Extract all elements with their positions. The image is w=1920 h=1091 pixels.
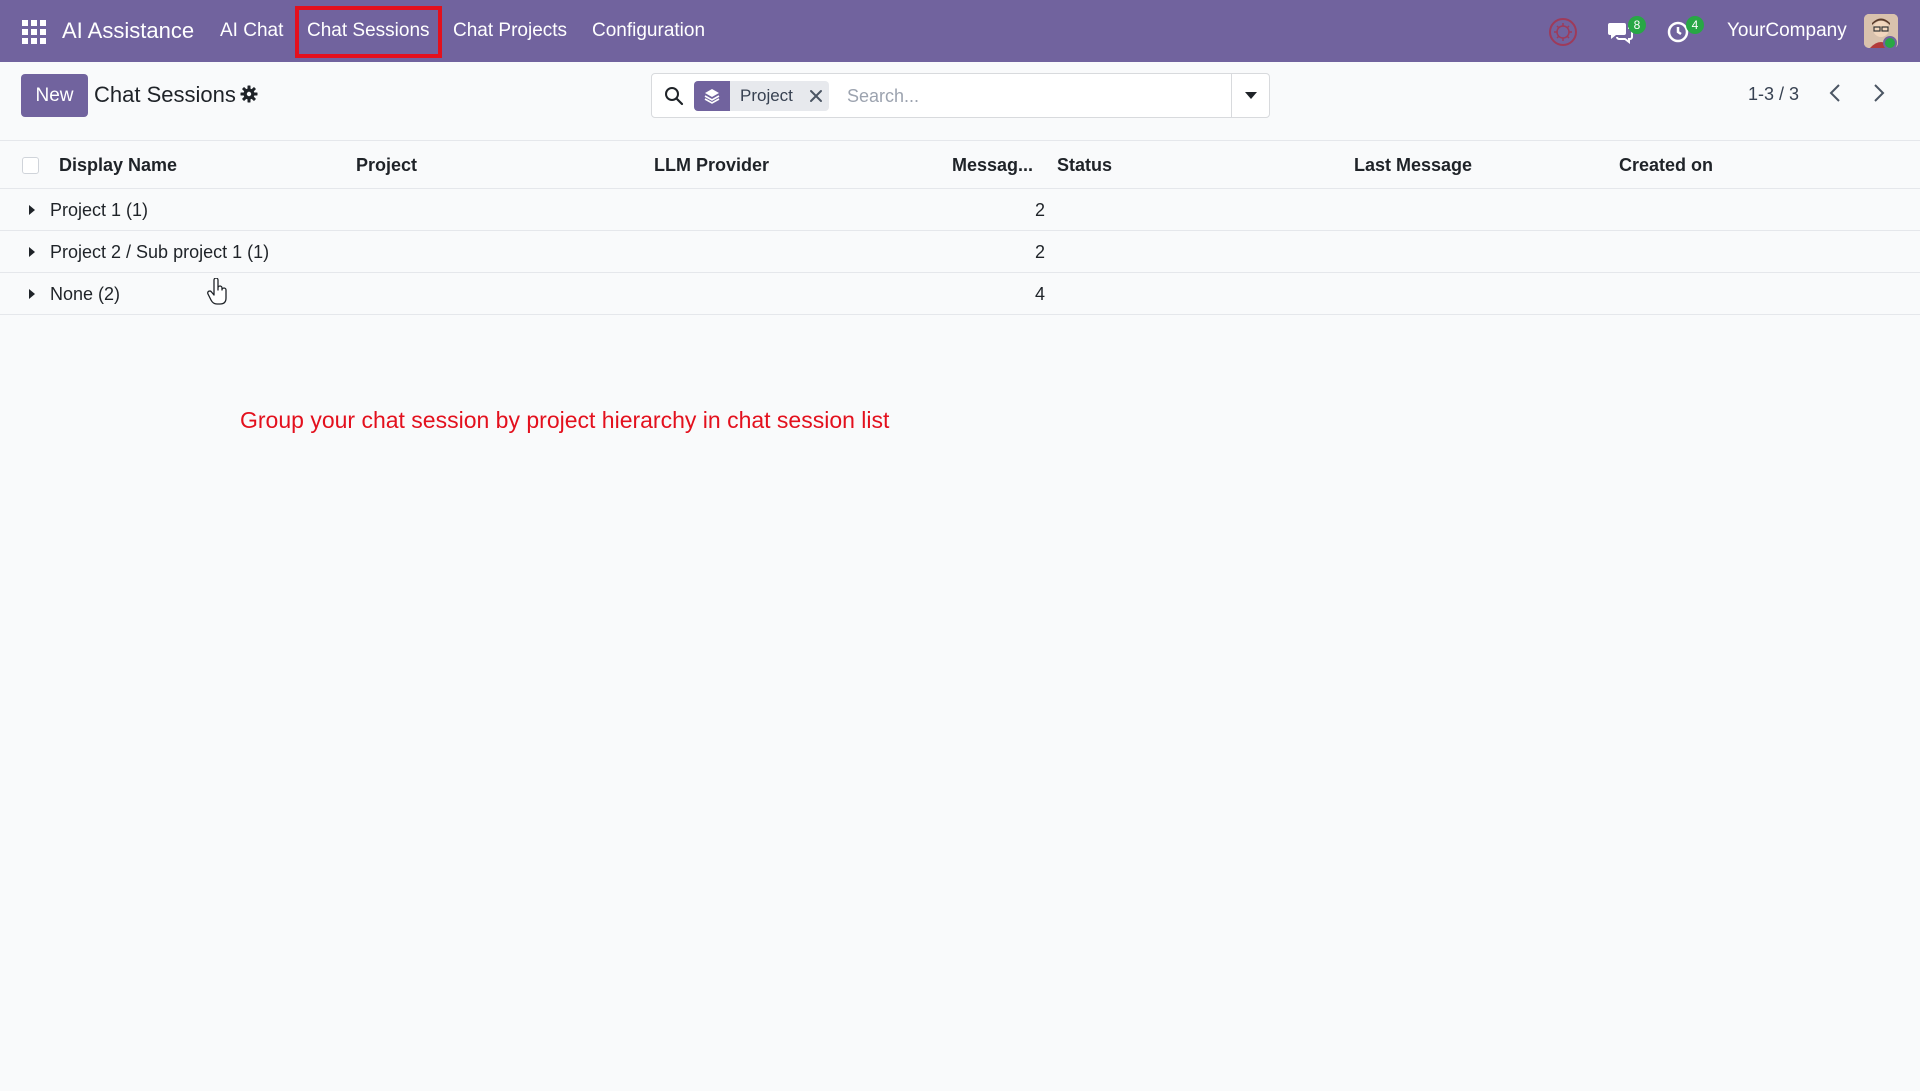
column-project[interactable]: Project	[356, 155, 417, 176]
group-messages-count: 2	[1034, 242, 1045, 262]
list-header: Display Name Project LLM Provider Messag…	[0, 140, 1920, 189]
online-status-dot	[1883, 36, 1897, 50]
annotation-text: Group your chat session by project hiera…	[240, 407, 890, 433]
caret-right-icon	[29, 205, 35, 215]
column-last-message[interactable]: Last Message	[1354, 155, 1472, 176]
menu-chat-sessions[interactable]: Chat Sessions	[307, 20, 430, 42]
hand-pointer-cursor-icon	[207, 278, 227, 305]
search-facet-groupby: Project	[694, 81, 829, 111]
menu-ai-chat[interactable]: AI Chat	[220, 20, 283, 42]
caret-right-icon	[29, 289, 35, 299]
group-messages-count: 2	[1034, 200, 1045, 220]
group-messages-count: 4	[1034, 284, 1045, 304]
column-status[interactable]: Status	[1057, 155, 1112, 176]
search-icon[interactable]	[664, 86, 684, 106]
app-name[interactable]: AI Assistance	[62, 18, 194, 44]
group-row-project-1[interactable]: Project 1 (1) 2	[0, 189, 1920, 231]
gear-icon[interactable]	[240, 85, 258, 103]
group-name: None (2)	[50, 284, 121, 304]
facet-label: Project	[740, 86, 793, 105]
layers-icon	[694, 81, 730, 111]
column-messages[interactable]: Messag...	[952, 155, 1033, 176]
debug-icon[interactable]	[1548, 17, 1578, 47]
group-row-none[interactable]: None (2) 4	[0, 273, 1920, 315]
search-bar: Project	[651, 73, 1270, 118]
page-title: Chat Sessions	[94, 82, 236, 107]
select-all-checkbox[interactable]	[22, 157, 39, 174]
pager-next-icon[interactable]	[1867, 82, 1889, 104]
company-switcher[interactable]: YourCompany	[1727, 20, 1847, 42]
column-display-name[interactable]: Display Name	[59, 155, 177, 176]
column-llm-provider[interactable]: LLM Provider	[654, 155, 769, 176]
apps-grid-icon[interactable]	[22, 20, 46, 44]
search-input[interactable]	[847, 82, 1267, 110]
caret-right-icon	[29, 247, 35, 257]
column-created-on[interactable]: Created on	[1619, 155, 1713, 176]
pager-value[interactable]: 1-3 / 3	[1748, 84, 1799, 105]
menu-chat-projects[interactable]: Chat Projects	[453, 20, 567, 42]
group-row-project-2-sub-project-1[interactable]: Project 2 / Sub project 1 (1) 2	[0, 231, 1920, 273]
messages-badge: 8	[1628, 16, 1646, 34]
facet-remove-icon[interactable]	[803, 81, 829, 111]
pager-previous-icon[interactable]	[1825, 82, 1847, 104]
menu-configuration[interactable]: Configuration	[592, 20, 705, 42]
group-name: Project 1 (1)	[50, 200, 149, 220]
activities-badge: 4	[1686, 16, 1704, 34]
caret-down-icon	[1244, 91, 1257, 99]
top-navbar: AI Assistance AI Chat Chat Sessions Chat…	[0, 0, 1920, 62]
group-name: Project 2 / Sub project 1 (1)	[50, 242, 270, 262]
new-button[interactable]: New	[21, 74, 88, 117]
search-options-toggle[interactable]	[1231, 74, 1269, 117]
